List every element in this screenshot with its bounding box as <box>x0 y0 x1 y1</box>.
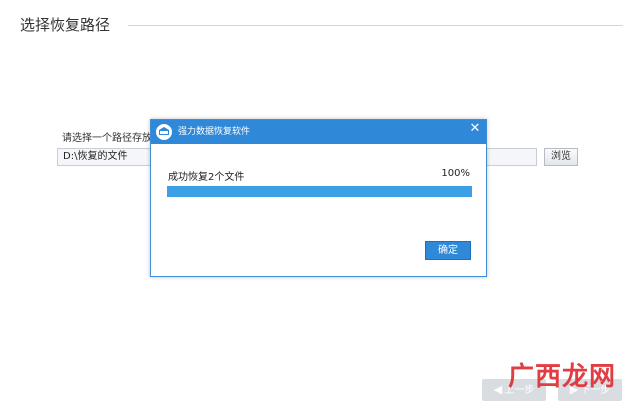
watermark: 广西龙网 <box>508 362 617 392</box>
arrow-left-icon: ◀ <box>493 383 503 396</box>
status-text: 成功恢复2个文件 <box>168 172 245 183</box>
percent-text: 100% <box>441 168 470 179</box>
ok-button[interactable]: 确定 <box>425 241 471 260</box>
title-divider <box>128 25 623 26</box>
dialog-title: 强力数据恢复软件 <box>178 127 251 137</box>
path-label: 请选择一个路径存放恢 <box>62 133 162 144</box>
section-title: 选择恢复路径 <box>20 16 111 34</box>
app-logo-icon <box>156 124 172 140</box>
browse-button[interactable]: 浏览 <box>544 148 578 166</box>
progress-bar <box>167 186 472 197</box>
dialog-header: 强力数据恢复软件 ✕ <box>151 120 486 144</box>
recovery-dialog: 强力数据恢复软件 ✕ 成功恢复2个文件 100% 确定 <box>150 119 487 277</box>
close-icon[interactable]: ✕ <box>466 121 484 137</box>
progress-fill <box>167 186 472 197</box>
